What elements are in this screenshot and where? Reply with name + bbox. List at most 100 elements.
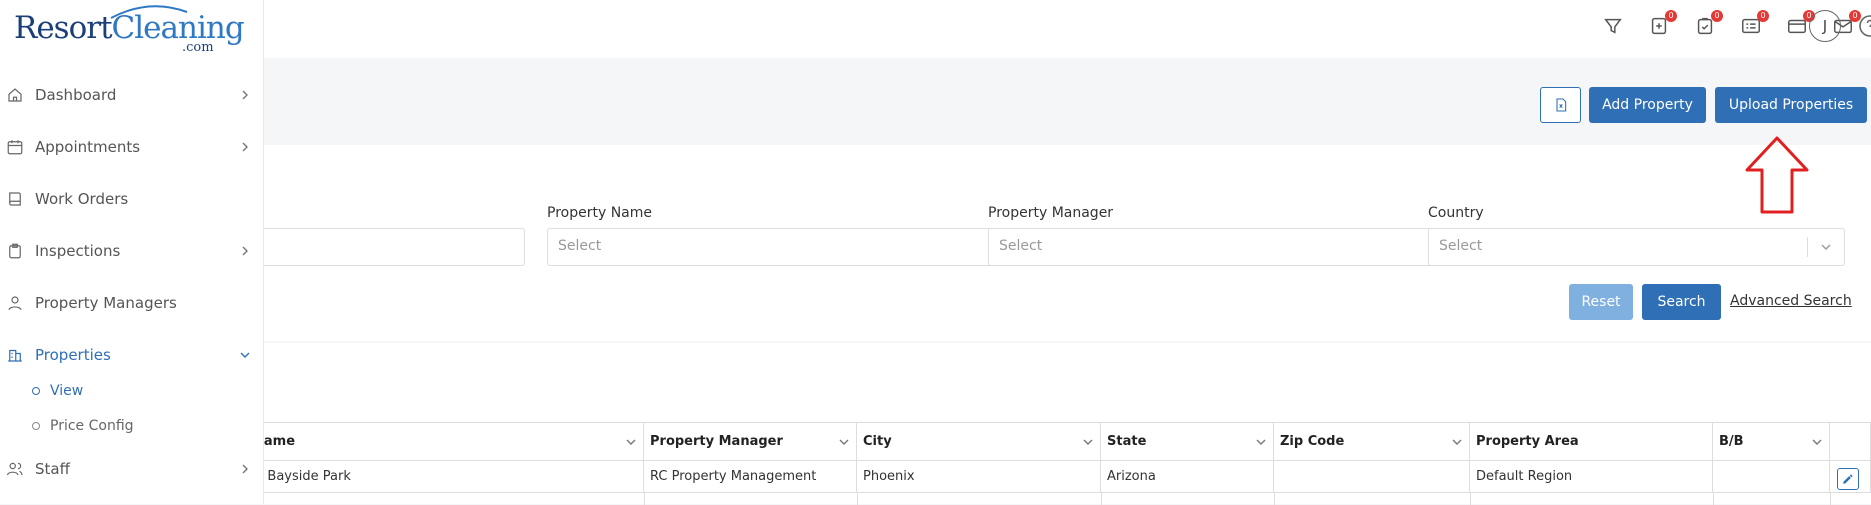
- sidebar-item-work-orders[interactable]: Work Orders: [0, 181, 263, 217]
- building-icon: [8, 349, 22, 362]
- inbox-icon[interactable]: 0: [1648, 10, 1677, 37]
- upload-properties-button[interactable]: Upload Properties: [1715, 87, 1867, 123]
- clipboard-badge: 0: [1711, 10, 1723, 22]
- excel-icon: [1555, 98, 1566, 112]
- sidebar-item-dashboard[interactable]: Dashboard: [0, 77, 263, 113]
- filter-field-partial[interactable]: [253, 228, 525, 266]
- clipboard-check-icon[interactable]: 0: [1694, 10, 1723, 37]
- sidebar-subitem-view[interactable]: View: [32, 383, 83, 399]
- column-header-actions: [1830, 423, 1871, 461]
- chevron-right-icon: [242, 464, 248, 474]
- brand-logo[interactable]: ResortCleaning .com: [14, 4, 245, 55]
- sidebar-item-label: Dashboard: [35, 86, 117, 104]
- chevron-right-icon: [242, 246, 248, 256]
- column-header[interactable]: Property Area: [1470, 423, 1713, 461]
- user-icon: [8, 296, 22, 311]
- sidebar-subitem-price-config[interactable]: Price Config: [32, 418, 134, 434]
- chevron-down-icon: [1821, 244, 1831, 250]
- sidebar-item-label: Appointments: [35, 138, 141, 156]
- filter-icon[interactable]: [1602, 15, 1624, 37]
- chevron-right-icon: [242, 142, 248, 152]
- users-icon: [6, 462, 23, 476]
- sidebar: ResortCleaning .com Dashboard Appointmen…: [0, 0, 264, 504]
- bullet-icon: [32, 422, 40, 430]
- inbox-badge: 0: [1665, 10, 1677, 22]
- avatar-initial: J: [1822, 17, 1828, 35]
- country-select[interactable]: Select: [1428, 228, 1845, 266]
- chevron-down-icon: [240, 352, 250, 358]
- column-header[interactable]: City: [857, 423, 1101, 461]
- bullet-icon: [32, 387, 40, 395]
- table-panel: Name Property Manager City State Zip Cod…: [253, 343, 1871, 505]
- cell-text: RC Property Management: [650, 469, 817, 484]
- column-header[interactable]: Name: [253, 423, 644, 461]
- top-bar: 0 0 0 0 0 J: [0, 0, 1871, 59]
- cell-text: 5 Bayside Park: [255, 469, 351, 484]
- column-header-label: Property Manager: [650, 434, 783, 449]
- home-icon: [8, 88, 22, 102]
- table-cell: [1274, 461, 1470, 493]
- select-placeholder: Select: [999, 238, 1043, 254]
- annotation-arrow-up-icon: [1745, 136, 1809, 214]
- column-header-label: B/B: [1719, 434, 1744, 449]
- select-placeholder: Select: [1439, 238, 1483, 254]
- table-cell: Default Region: [1470, 461, 1713, 493]
- column-header[interactable]: Zip Code: [1274, 423, 1470, 461]
- cell-text: Arizona: [1107, 469, 1156, 484]
- chevron-down-icon[interactable]: [625, 436, 637, 448]
- checklist-badge: 0: [1757, 10, 1769, 22]
- calendar-icon: [7, 140, 23, 155]
- chevron-down-icon[interactable]: [838, 436, 850, 448]
- table-cell: Phoenix: [857, 461, 1101, 493]
- subitem-label: View: [50, 383, 84, 399]
- subitem-label: Price Config: [50, 418, 134, 434]
- table-row[interactable]: [263, 493, 1871, 505]
- brand-part2: Cleaning: [111, 10, 245, 46]
- properties-table: Name Property Manager City State Zip Cod…: [253, 422, 1871, 505]
- column-header-label: Property Area: [1476, 434, 1579, 449]
- select-placeholder: Select: [558, 238, 602, 254]
- book-icon: [9, 192, 21, 206]
- sidebar-item-inspections[interactable]: Inspections: [0, 233, 263, 269]
- wallet-icon[interactable]: 0: [1786, 10, 1815, 37]
- cell-text: Default Region: [1476, 469, 1573, 484]
- brand-part1: Resort: [14, 10, 113, 46]
- cell-text: Phoenix: [863, 469, 915, 484]
- sidebar-item-label: Work Orders: [35, 190, 129, 208]
- pencil-icon: [1843, 474, 1853, 484]
- avatar[interactable]: J: [1809, 10, 1841, 42]
- search-button[interactable]: Search: [1642, 284, 1721, 320]
- sidebar-item-label: Staff: [35, 460, 70, 478]
- chevron-down-icon[interactable]: [1082, 436, 1094, 448]
- chevron-down-icon[interactable]: [1255, 436, 1267, 448]
- column-header-label: City: [863, 434, 892, 449]
- brand-suffix: .com: [182, 40, 214, 55]
- column-header-label: State: [1107, 434, 1147, 449]
- column-header[interactable]: Property Manager: [644, 423, 857, 461]
- filter-panel: Property Name Select Property Manager Se…: [253, 145, 1871, 341]
- filter-label: Property Manager: [988, 205, 1114, 221]
- sidebar-item-label: Properties: [35, 346, 111, 364]
- sidebar-item-property-managers[interactable]: Property Managers: [0, 285, 263, 321]
- filter-label: Country: [1428, 205, 1484, 221]
- help-icon[interactable]: [1858, 14, 1871, 38]
- add-property-button[interactable]: Add Property: [1589, 87, 1706, 123]
- edit-button[interactable]: [1837, 468, 1859, 490]
- column-header-label: Zip Code: [1280, 434, 1345, 449]
- advanced-search-link[interactable]: Advanced Search: [1730, 293, 1852, 309]
- column-header[interactable]: State: [1101, 423, 1274, 461]
- sidebar-item-staff[interactable]: Staff: [0, 451, 263, 487]
- chevron-down-icon[interactable]: [1811, 436, 1823, 448]
- reset-button[interactable]: Reset: [1569, 284, 1633, 320]
- chevron-right-icon: [242, 90, 248, 100]
- sidebar-item-appointments[interactable]: Appointments: [0, 129, 263, 165]
- checklist-icon[interactable]: 0: [1740, 10, 1769, 37]
- sidebar-item-properties[interactable]: Properties: [0, 337, 263, 373]
- column-header[interactable]: B/B: [1713, 423, 1830, 461]
- table-cell: [1713, 461, 1830, 493]
- sidebar-item-label: Property Managers: [35, 294, 177, 312]
- export-excel-button[interactable]: [1540, 87, 1581, 123]
- clipboard-icon: [9, 243, 21, 259]
- sidebar-item-label: Inspections: [35, 242, 121, 260]
- chevron-down-icon[interactable]: [1451, 436, 1463, 448]
